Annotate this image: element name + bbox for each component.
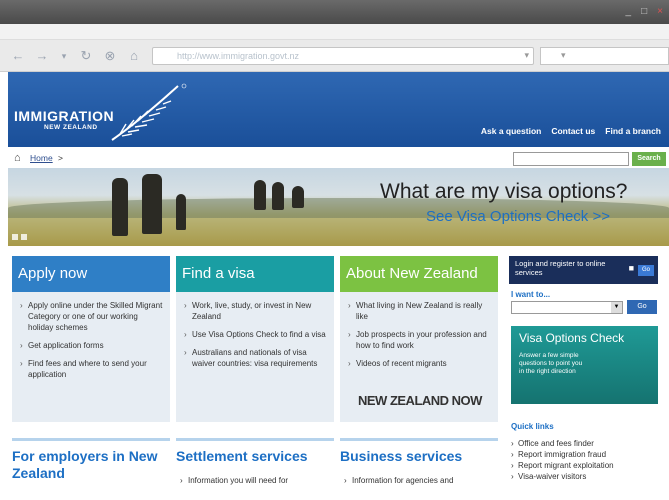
fern-logo-icon xyxy=(111,83,187,141)
section-rule xyxy=(12,438,170,441)
breadcrumb-separator: > xyxy=(58,153,63,163)
section-business-title[interactable]: Business services xyxy=(340,448,498,465)
card-link[interactable]: Australians and nationals of visa waiver… xyxy=(184,347,328,369)
logo-subtext: NEW ZEALAND xyxy=(44,124,98,131)
hero-title: What are my visa options? xyxy=(380,180,628,203)
card-apply-now: Apply now Apply online under the Skilled… xyxy=(12,256,170,422)
section-settlement-text[interactable]: Information you will need for xyxy=(180,476,288,485)
browser-navbar: ← → ▾ ↻ ⊗ ⌂ http://www.immigration.govt.… xyxy=(0,40,669,72)
card-link[interactable]: What living in New Zealand is really lik… xyxy=(348,300,492,322)
want-go-button[interactable]: Go xyxy=(627,300,657,314)
hero-link[interactable]: See Visa Options Check >> xyxy=(426,208,610,225)
section-employers-title[interactable]: For employers in New Zealand xyxy=(12,448,162,482)
contact-us-link[interactable]: Contact us xyxy=(551,126,595,136)
card-link[interactable]: Work, live, study, or invest in New Zeal… xyxy=(184,300,328,322)
login-text: Login and register to online services xyxy=(515,259,606,277)
visa-options-desc: Answer a few simple questions to point y… xyxy=(519,352,583,375)
card-link[interactable]: Videos of recent migrants xyxy=(348,358,492,369)
visa-options-box[interactable]: Visa Options Check Answer a few simple q… xyxy=(511,326,658,404)
card-title[interactable]: About New Zealand xyxy=(340,256,498,292)
visa-options-title: Visa Options Check xyxy=(519,331,625,345)
stop-icon[interactable]: ⊗ xyxy=(102,48,118,64)
minimize-button[interactable]: _ xyxy=(626,6,632,17)
logo-text[interactable]: IMMIGRATION xyxy=(14,108,114,124)
card-link[interactable]: Find fees and where to send your applica… xyxy=(20,358,164,380)
home-icon[interactable]: ⌂ xyxy=(14,152,21,164)
card-title[interactable]: Find a visa xyxy=(176,256,334,292)
hero-person xyxy=(142,174,162,234)
section-settlement-title[interactable]: Settlement services xyxy=(176,448,334,465)
hero-person xyxy=(272,182,284,210)
hero-dot[interactable] xyxy=(21,234,27,240)
hero-person xyxy=(254,180,266,210)
card-link[interactable]: Use Visa Options Check to find a visa xyxy=(184,329,328,340)
lock-icon: ■ xyxy=(628,263,634,273)
hero-dot[interactable] xyxy=(12,234,18,240)
card-link[interactable]: Get application forms xyxy=(20,340,164,351)
history-dropdown-icon[interactable]: ▾ xyxy=(56,48,72,64)
card-find-visa: Find a visa Work, live, study, or invest… xyxy=(176,256,334,422)
forward-icon[interactable]: → xyxy=(34,48,50,64)
quick-link[interactable]: Report immigration fraud xyxy=(511,449,614,460)
find-branch-link[interactable]: Find a branch xyxy=(605,126,661,136)
home-browser-icon[interactable]: ⌂ xyxy=(126,48,142,64)
quick-link[interactable]: Visa-waiver visitors xyxy=(511,471,614,482)
login-go-button[interactable]: Go xyxy=(638,265,654,276)
site-search-input[interactable] xyxy=(513,152,629,166)
hero-banner[interactable]: What are my visa options? See Visa Optio… xyxy=(8,168,669,246)
quick-link[interactable]: Office and fees finder xyxy=(511,438,614,449)
breadcrumb-bar: ⌂ Home > Search xyxy=(8,148,669,168)
quick-link[interactable]: Report migrant exploitation xyxy=(511,460,614,471)
section-rule xyxy=(340,438,498,441)
maximize-button[interactable]: □ xyxy=(641,6,647,17)
card-link[interactable]: Job prospects in your profession and how… xyxy=(348,329,492,351)
web-page: IMMIGRATION NEW ZEALAND Ask a question C… xyxy=(0,72,669,500)
hero-person xyxy=(112,178,128,236)
hero-pager xyxy=(12,234,27,240)
browser-strip xyxy=(0,24,669,40)
window-titlebar: _ □ × xyxy=(0,0,669,24)
chevron-down-icon[interactable]: ▼ xyxy=(611,302,622,313)
card-about-nz: About New Zealand What living in New Zea… xyxy=(340,256,498,422)
browser-search-box[interactable]: ▾ xyxy=(540,47,669,65)
quick-links-list: Office and fees finder Report immigratio… xyxy=(511,438,614,482)
address-url: http://www.immigration.govt.nz xyxy=(177,51,300,61)
nz-now-logo[interactable]: NEW ZEALAND NOW xyxy=(358,393,482,408)
reload-icon[interactable]: ↻ xyxy=(78,48,94,64)
hero-person xyxy=(176,194,186,230)
address-bar[interactable]: http://www.immigration.govt.nz ▾ xyxy=(152,47,534,65)
site-search-button[interactable]: Search xyxy=(632,152,666,166)
login-panel: Login and register to online services ■ … xyxy=(509,256,658,284)
breadcrumb-home[interactable]: Home xyxy=(30,153,53,163)
section-business-text[interactable]: Information for agencies and xyxy=(344,476,453,485)
close-button[interactable]: × xyxy=(657,6,663,17)
ask-question-link[interactable]: Ask a question xyxy=(481,126,541,136)
back-icon[interactable]: ← xyxy=(10,48,26,64)
card-link[interactable]: Apply online under the Skilled Migrant C… xyxy=(20,300,164,333)
section-rule xyxy=(176,438,334,441)
address-dropdown-icon[interactable]: ▾ xyxy=(524,50,529,61)
search-engine-dropdown-icon[interactable]: ▾ xyxy=(561,50,566,61)
i-want-to-label: I want to... xyxy=(511,290,551,299)
i-want-to-select[interactable]: ▼ xyxy=(511,301,623,314)
site-header: IMMIGRATION NEW ZEALAND Ask a question C… xyxy=(8,72,669,147)
hero-person xyxy=(292,186,304,208)
quick-links-title: Quick links xyxy=(511,422,554,431)
card-title[interactable]: Apply now xyxy=(12,256,170,292)
